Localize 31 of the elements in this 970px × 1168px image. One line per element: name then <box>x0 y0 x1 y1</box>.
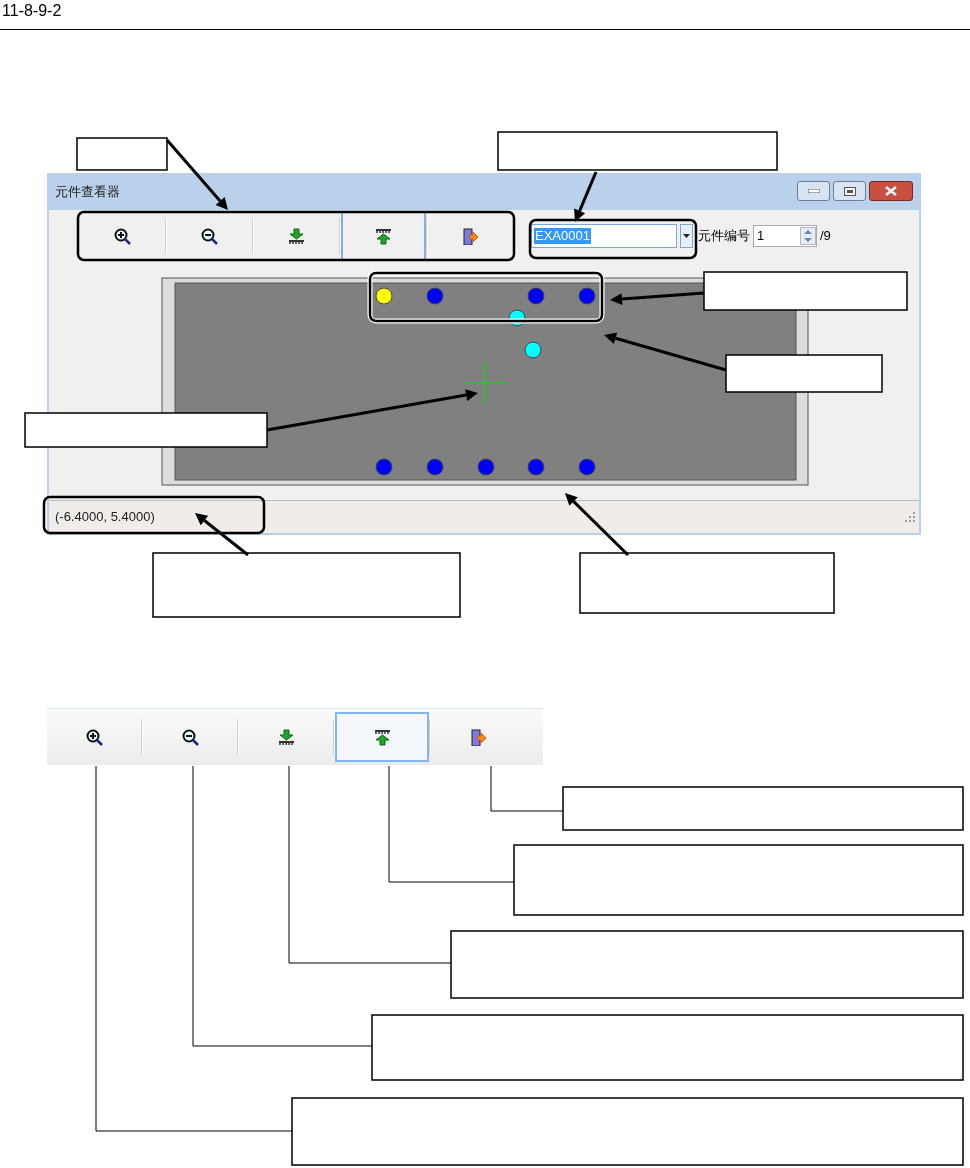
minimize-icon <box>807 189 820 193</box>
zoom-out-icon <box>181 728 199 746</box>
up-arrow-icon <box>373 728 391 746</box>
zoom-out-icon <box>201 227 218 245</box>
number-spin-field[interactable]: 1 <box>753 225 817 247</box>
minimize-button[interactable] <box>797 181 830 201</box>
arrow <box>195 513 249 557</box>
page-number: 11-8-9-2 <box>1 1 62 21</box>
number-label: 元件编号 <box>698 227 750 246</box>
total-count: /9 <box>820 227 831 246</box>
arrow <box>565 493 630 557</box>
resize-grip-icon <box>905 512 915 522</box>
close-button[interactable] <box>869 181 913 201</box>
zoom-in-icon <box>114 227 131 245</box>
dropdown-button[interactable] <box>680 224 693 248</box>
window-title: 元件查看器 <box>55 182 120 201</box>
maximize-button[interactable] <box>833 181 866 201</box>
maximize-icon <box>843 186 856 196</box>
zoom-in-icon <box>85 728 103 746</box>
close-icon <box>885 186 897 196</box>
up-arrow-icon <box>375 227 392 245</box>
door-icon <box>469 728 487 746</box>
arrow <box>574 171 598 222</box>
crosshair-icon <box>464 361 507 405</box>
spinner-icon <box>800 227 816 245</box>
door-icon <box>462 227 479 245</box>
caret-icon <box>683 234 690 238</box>
coordinates-text: (-6.4000, 5.4000) <box>55 508 155 527</box>
down-arrow-icon <box>277 728 295 746</box>
arrow <box>165 139 228 210</box>
down-arrow-icon <box>288 227 305 245</box>
